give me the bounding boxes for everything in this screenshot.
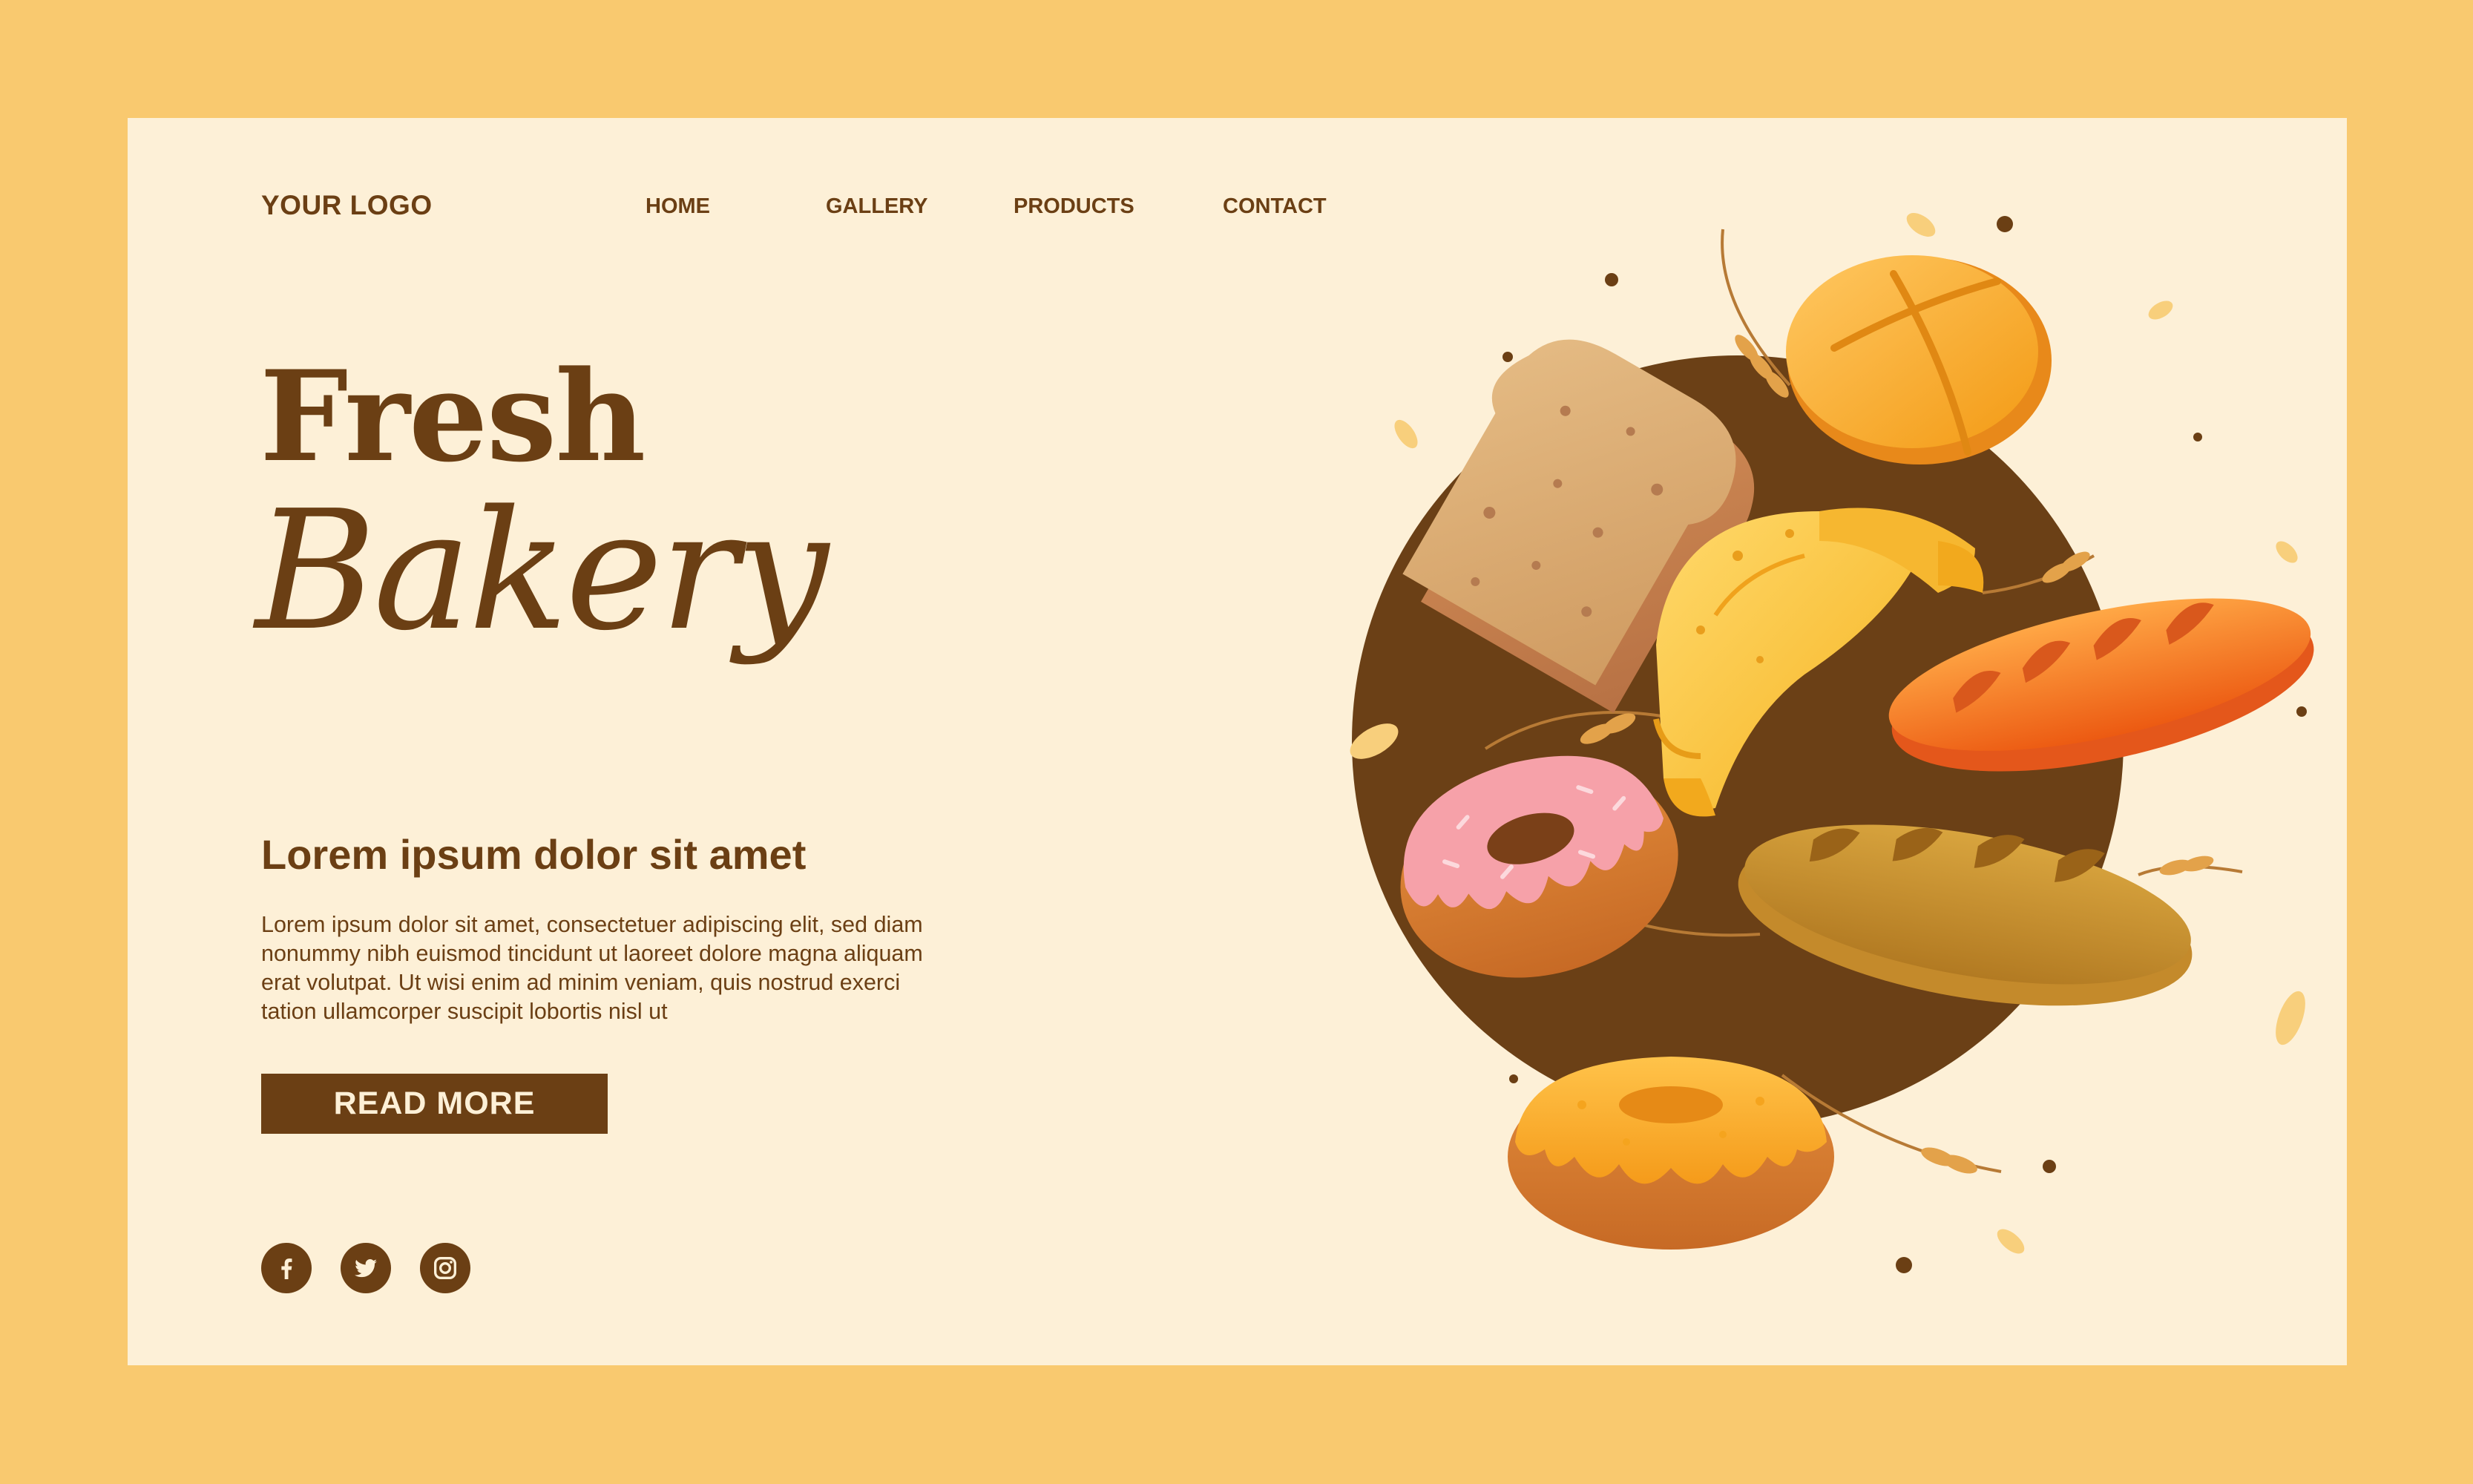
nav-gallery[interactable]: GALLERY bbox=[826, 194, 927, 219]
twitter-icon bbox=[355, 1259, 377, 1278]
instagram-button[interactable] bbox=[420, 1243, 470, 1293]
twitter-button[interactable] bbox=[341, 1243, 391, 1293]
instagram-icon bbox=[434, 1257, 456, 1279]
nav-products[interactable]: PRODUCTS bbox=[1014, 194, 1134, 219]
hero-title-bakery: Bakery bbox=[255, 476, 829, 667]
hero-body-text: Lorem ipsum dolor sit amet, consectetuer… bbox=[261, 912, 923, 1024]
facebook-icon bbox=[281, 1258, 292, 1279]
bakery-illustration bbox=[1350, 213, 2314, 1273]
nav-home[interactable]: HOME bbox=[646, 194, 710, 219]
facebook-button[interactable] bbox=[261, 1243, 312, 1293]
hero-subheading: Lorem ipsum dolor sit amet bbox=[261, 831, 807, 878]
landing-page: YOUR LOGO HOME GALLERY PRODUCTS CONTACT … bbox=[128, 118, 2347, 1365]
site-logo[interactable]: YOUR LOGO bbox=[261, 190, 433, 221]
read-more-button[interactable]: READ MORE bbox=[261, 1074, 608, 1134]
hero-title-fresh: Fresh bbox=[260, 343, 646, 490]
